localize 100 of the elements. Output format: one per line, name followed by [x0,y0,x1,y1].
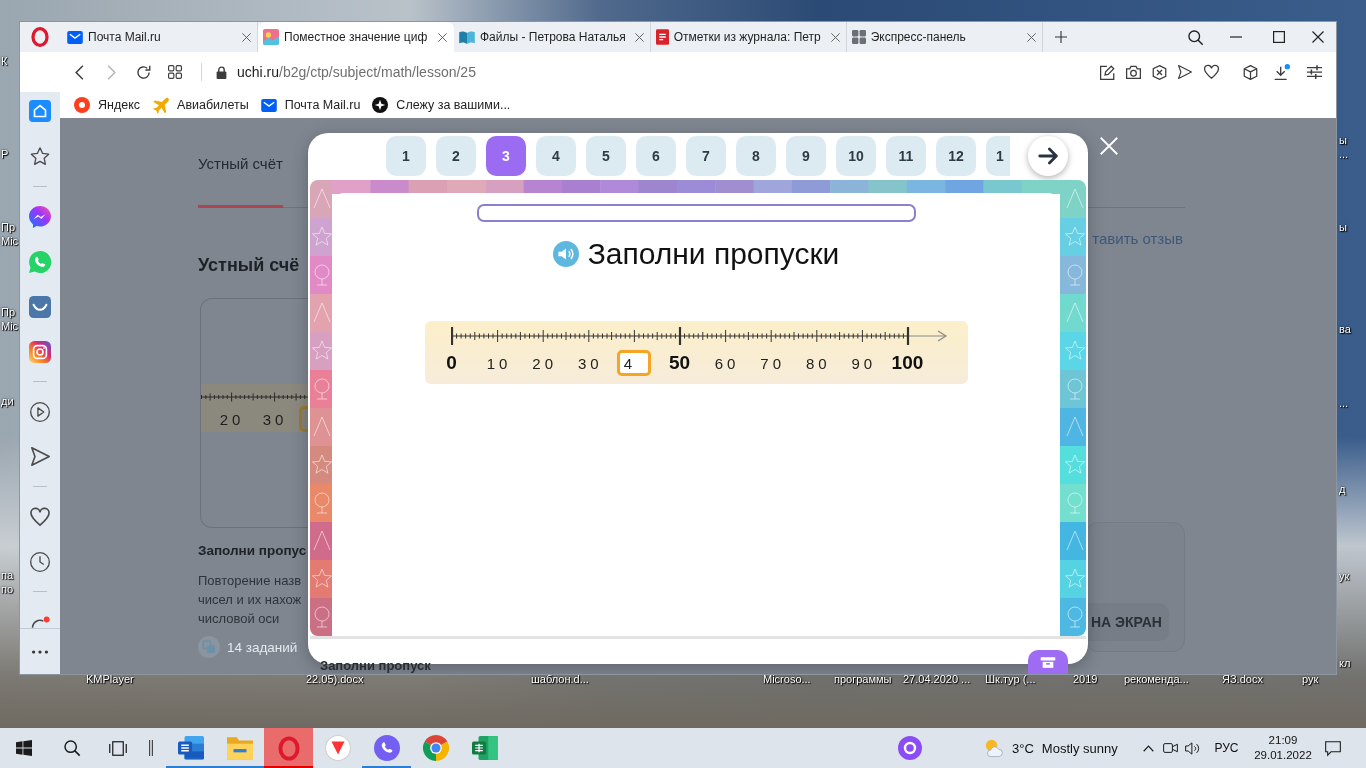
browser-tab[interactable]: Отметки из журнала: Петр [650,22,847,52]
axis-label: 60 [713,354,740,372]
clock-date[interactable]: 29.01.2022 [1254,748,1312,763]
heart-icon[interactable] [1203,65,1219,79]
task-number-button[interactable]: 8 [736,136,776,176]
task-number-button[interactable]: 1 [986,136,1010,176]
close-icon[interactable] [1312,31,1324,43]
task-number-button[interactable]: 7 [686,136,726,176]
volume-icon[interactable] [1184,741,1200,755]
send-icon[interactable] [1178,65,1192,79]
lesson-tab[interactable]: Устный счёт [198,155,283,208]
task-number-button[interactable]: 11 [886,136,926,176]
axis-label: 90 [850,354,877,372]
triangle-logo-icon [324,735,351,761]
cube-icon[interactable] [1242,64,1258,80]
desktop-icon-label: шаблон.d... [531,673,589,686]
answer-box[interactable]: 4 [616,350,651,376]
lesson-description: Повторение назв [198,572,303,590]
mail-icon [260,98,277,112]
task-number-button[interactable]: 6 [636,136,676,176]
axis-label: 0 [446,352,457,374]
play-icon[interactable] [30,401,50,422]
task-count: 14 заданий [227,639,298,655]
box-button[interactable] [1028,650,1068,674]
desktop-icon-label: ы [1339,134,1347,147]
language-indicator[interactable]: РУС [1214,741,1239,755]
camera-icon[interactable] [1125,65,1141,79]
send-icon[interactable] [30,447,50,466]
desktop-icon-label: Mic [1,235,19,248]
webcam-icon[interactable] [1162,743,1178,753]
desktop-icon-label: ук [1339,570,1350,583]
ring-icon[interactable] [30,616,50,628]
camera-app-icon[interactable] [29,340,51,363]
desktop-icon-label: Р [1,148,9,161]
temperature-label[interactable]: 3°C [1012,740,1034,756]
task-number-button[interactable]: 12 [936,136,976,176]
task-number-button[interactable]: 1 [386,136,426,176]
task-view-icon[interactable] [109,740,127,756]
browser-tab[interactable]: Файлы - Петрова Наталья [454,22,651,52]
task-number-button[interactable]: 5 [586,136,626,176]
circle-logo-icon [74,97,90,113]
bookmark-link[interactable]: Слежу за вашими... [372,97,511,113]
task-number-button[interactable]: 10 [836,136,876,176]
ring-logo-icon [277,735,300,761]
task-number-button[interactable]: 4 [536,136,576,176]
desktop-icon-label: ЯЗ.docx [1222,673,1263,686]
lesson-description: чисел и их нахож [198,591,303,609]
task-number-button[interactable]: 3 [486,136,526,176]
social-network-icon[interactable] [29,295,51,318]
browser-tab[interactable]: Почта Mail.ru [62,22,258,52]
notification-icon[interactable] [1325,740,1341,756]
bookmark-link[interactable]: Яндекс [74,97,141,113]
desktop-icon-label: кл [1339,657,1351,670]
spreadsheet-icon [471,735,498,761]
desktop-icon-label: па [1,569,14,582]
clock-icon[interactable] [30,551,50,572]
desktop-icon-label: ... [1339,148,1349,161]
arrow-right-icon [1037,147,1059,165]
more-icon[interactable] [32,649,48,654]
home-icon[interactable] [29,100,51,122]
sliders-icon[interactable] [1306,65,1322,79]
task-number-button[interactable]: 2 [436,136,476,176]
desktop-icon-label: Шк.тур (... [985,673,1036,686]
hexagon-x-icon[interactable] [1151,64,1167,80]
chat-bubble-icon[interactable] [29,205,51,228]
search-icon[interactable] [64,740,80,756]
ring-circle-icon[interactable] [898,736,922,760]
download-icon[interactable] [1274,64,1290,80]
bars-icon[interactable] [148,740,154,756]
desktop-icon-label: ди [1,395,14,408]
desktop-icon-label: Пр [1,221,16,234]
browser-tab[interactable]: Экспресс-панель [846,22,1043,52]
reload-icon[interactable] [135,64,151,80]
address-field[interactable]: uchi.ru/b2g/ctp/subject/math/lesson/25 [237,59,1094,85]
minimize-icon[interactable] [1229,36,1242,38]
ring-logo-icon[interactable] [31,27,49,47]
chevron-up-icon[interactable] [1142,744,1154,752]
plus-icon[interactable] [1054,31,1067,43]
start-icon[interactable] [16,740,32,756]
task-number-button[interactable]: 9 [786,136,826,176]
axis-label: 50 [668,352,690,374]
heart-icon[interactable] [30,507,50,526]
edit-icon[interactable] [1099,64,1115,80]
maximize-icon[interactable] [1272,31,1285,43]
back-icon[interactable] [74,64,84,80]
bookmark-link[interactable]: Почта Mail.ru [260,98,361,112]
lock-icon[interactable] [216,65,227,79]
section-heading: Устный счё [198,254,301,276]
clock-time[interactable]: 21:09 [1268,733,1298,748]
desktop-icon-label: рук [1302,673,1319,686]
browser-tab[interactable]: Поместное значение циф [258,22,454,52]
grid-icon[interactable] [168,65,182,79]
search-icon[interactable] [1187,29,1203,45]
axis-label: 80 [804,354,831,372]
bookmark-link[interactable]: Авиабилеты [152,96,249,114]
axis-label: 100 [891,352,924,374]
grid-icon [851,30,866,44]
weather-label[interactable]: Mostly sunny [1041,740,1118,756]
next-button[interactable] [1028,136,1068,176]
star-icon[interactable] [30,147,50,166]
